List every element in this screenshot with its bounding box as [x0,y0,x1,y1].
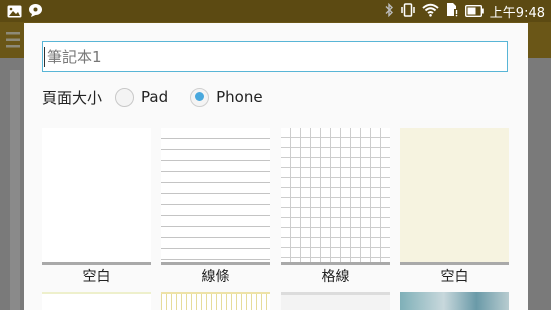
template-row2-item[interactable] [281,292,390,310]
template-row2-item[interactable] [42,292,151,310]
radio-phone-label: Phone [216,88,263,106]
template-grid-preview[interactable] [281,128,390,262]
template-grid-label: 格線 [321,269,350,285]
template-blank-preview[interactable] [42,128,151,262]
template-cream[interactable]: 空白 [400,128,509,287]
template-lined-label: 線條 [201,269,230,285]
wifi-icon [422,2,439,21]
sim-alert-icon [445,2,459,21]
template-row2-item[interactable] [400,292,509,310]
menu-icon [6,30,20,54]
page-size-label: 頁面大小 [42,88,103,107]
status-right-icons: 上午9:48 [384,2,545,21]
template-divider [161,262,270,265]
battery-icon [464,2,484,21]
status-left-icons [7,3,43,22]
template-blank-label: 空白 [82,269,111,285]
page-size-row: 頁面大小 Pad Phone [42,85,285,109]
template-lined[interactable]: 線條 [161,128,270,287]
new-notebook-dialog: 頁面大小 Pad Phone 空白 線條 格線 空白 [24,23,528,310]
image-icon [7,3,22,22]
vibrate-icon [400,2,416,21]
template-grid[interactable]: 格線 [281,128,390,287]
status-bar: 上午9:48 [0,0,551,22]
template-divider [281,262,390,265]
bluetooth-icon [384,2,394,21]
status-time: 上午9:48 [489,6,545,21]
radio-pad-circle[interactable] [115,87,135,107]
background-card [10,70,20,310]
template-lined-preview[interactable] [161,128,270,262]
template-cream-preview[interactable] [400,128,509,262]
radio-phone[interactable]: Phone [190,87,263,107]
chat-bubble-icon [28,3,43,22]
text-cursor [44,47,45,67]
template-divider [42,262,151,265]
notebook-name-input[interactable] [42,41,508,72]
radio-pad[interactable]: Pad [115,87,169,107]
template-blank[interactable]: 空白 [42,128,151,287]
radio-phone-circle[interactable] [190,87,210,107]
template-row2-item[interactable] [161,292,270,310]
radio-pad-label: Pad [141,88,169,106]
template-cream-label: 空白 [440,269,469,285]
template-divider [400,262,509,265]
